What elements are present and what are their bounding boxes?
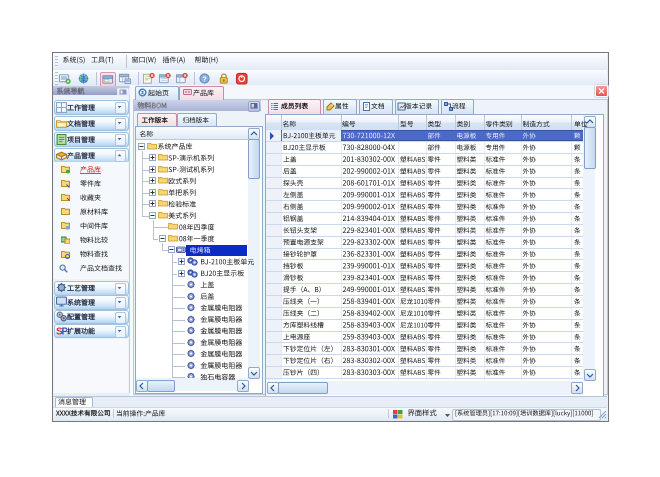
- svg-text:?: ?: [202, 74, 207, 83]
- svg-text:P: P: [61, 326, 67, 336]
